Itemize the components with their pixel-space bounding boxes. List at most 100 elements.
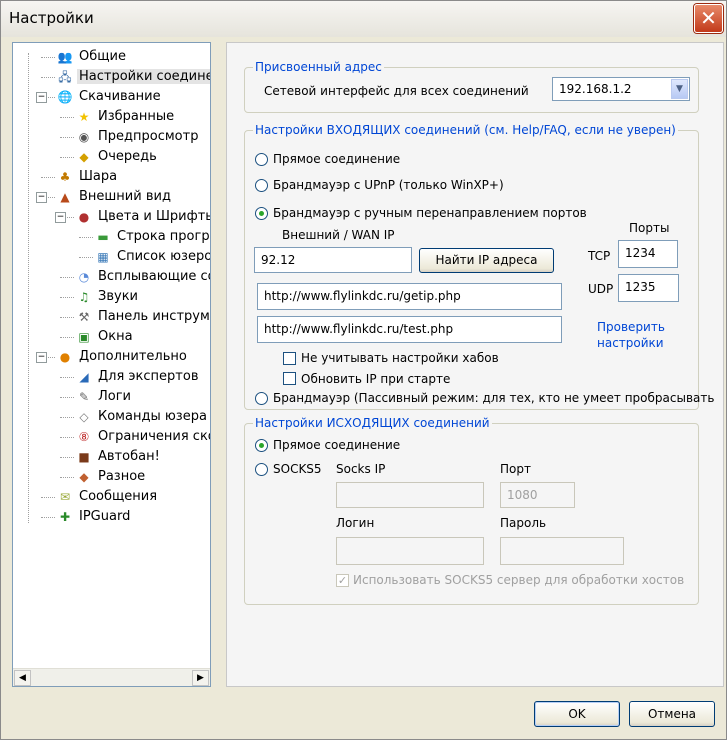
close-icon: ✕ (700, 6, 717, 30)
cancel-button[interactable]: Отмена (629, 701, 715, 727)
tcp-port-input[interactable]: 1234 (618, 240, 678, 268)
outgoing-title: Настройки ИСХОДЯЩИХ соединений (253, 416, 492, 430)
collapse-icon[interactable]: − (36, 352, 47, 363)
getip-url-input[interactable]: http://www.flylinkdc.ru/getip.php (257, 283, 562, 310)
tree-item[interactable]: ⑧ Ограничения скорос (76, 427, 210, 447)
collapse-icon[interactable]: − (55, 212, 66, 223)
update-ip-checkbox[interactable] (283, 372, 296, 385)
tree-item[interactable]: ♣ Шара (57, 167, 119, 187)
share-icon: ♣ (59, 169, 71, 184)
test-url-input[interactable]: http://www.flylinkdc.ru/test.php (257, 316, 562, 343)
outgoing-group: Настройки ИСХОДЯЩИХ соединений Прямое со… (244, 416, 699, 605)
radio-passive[interactable] (255, 392, 268, 405)
tree-item-label: Строка прогресса (117, 229, 210, 244)
tree-item[interactable]: ■ Автобан! (76, 447, 162, 467)
tree-item[interactable]: 🌐 Скачивание (57, 87, 163, 107)
tree-item[interactable]: 🖧 Настройки соединения (57, 67, 210, 87)
commands-icon: ◇ (79, 409, 89, 424)
speed-limit-icon: ⑧ (78, 429, 90, 444)
radio-direct-incoming[interactable] (255, 153, 268, 166)
use-socks-checkbox[interactable]: ✓ (336, 574, 349, 587)
check-settings-link-line2[interactable]: настройки (597, 336, 664, 350)
socks-ip-label: Socks IP (336, 462, 386, 476)
tree-horizontal-scrollbar[interactable]: ◀ ▶ (13, 668, 210, 686)
radio-upnp[interactable] (255, 179, 268, 192)
tree-item[interactable]: ♫ Звуки (76, 287, 140, 307)
label-passive: Брандмауэр (Пассивный режим: для тех, кт… (273, 391, 715, 405)
tree-item-label: Разное (98, 469, 146, 484)
collapse-icon[interactable]: − (36, 92, 47, 103)
find-ip-button[interactable]: Найти IP адреса (419, 248, 554, 273)
tree-item-label: Звуки (98, 289, 138, 304)
tree-connector (41, 177, 55, 178)
test-url-value: http://www.flylinkdc.ru/test.php (264, 322, 454, 336)
misc-icon: ◆ (79, 469, 89, 484)
tree-item[interactable]: ◇ Команды юзера (76, 407, 209, 427)
tree-item[interactable]: 👥 Общие (57, 47, 128, 67)
interface-value: 192.168.1.2 (559, 82, 632, 96)
scroll-right-icon[interactable]: ▶ (192, 670, 209, 686)
assigned-address-title: Присвоенный адрес (253, 60, 384, 74)
socks-ip-input[interactable] (336, 482, 484, 508)
ignore-hubs-checkbox[interactable] (283, 352, 296, 365)
label-upnp: Брандмауэр с UPnP (только WinXP+) (273, 178, 504, 192)
use-socks-label: Использовать SOCKS5 сервер для обработки… (353, 573, 685, 587)
tree-item[interactable]: ★ Избранные (76, 107, 176, 127)
close-button[interactable]: ✕ (694, 4, 723, 33)
ok-button[interactable]: OK (534, 701, 620, 727)
tree-item-label: Всплывающие сообщ (98, 269, 210, 284)
tree-item-label: Окна (98, 329, 133, 344)
password-input[interactable] (500, 537, 624, 565)
settings-tree[interactable]: ◀ ▶ 👥 Общие 🖧 Настройки соединения 🌐 Скачиван… (12, 42, 211, 687)
interface-select[interactable]: 192.168.1.2 ▼ (552, 77, 690, 101)
tree-connector (60, 397, 74, 398)
udp-label: UDP (588, 282, 614, 296)
tree-item[interactable]: ▲ Внешний вид (57, 187, 173, 207)
network-icon: 🖧 (58, 69, 72, 84)
expert-icon: ◢ (79, 369, 89, 384)
chevron-down-icon[interactable]: ▼ (671, 79, 688, 99)
radio-socks5[interactable] (255, 463, 268, 476)
tree-item-label: Внешний вид (79, 189, 171, 204)
tree-connector (41, 517, 55, 518)
radio-direct-outgoing[interactable] (255, 439, 268, 452)
tree-item[interactable]: ◆ Очередь (76, 147, 159, 167)
window-title: Настройки (9, 9, 94, 27)
tree-item[interactable]: ✎ Логи (76, 387, 133, 407)
tree-item-label: Избранные (98, 109, 175, 124)
tree-item[interactable]: ▬ Строка прогресса (95, 227, 210, 247)
collapse-icon[interactable]: − (36, 192, 47, 203)
tree-connector (41, 497, 55, 498)
socks-port-input[interactable]: 1080 (500, 482, 575, 508)
popup-icon: ◔ (78, 269, 90, 284)
radio-manual-ports[interactable] (255, 207, 268, 220)
udp-port-input[interactable]: 1235 (618, 274, 679, 302)
tree-item[interactable]: ◢ Для экспертов (76, 367, 201, 387)
music-icon: ♫ (78, 289, 90, 304)
tree-item[interactable]: ✉ Сообщения (57, 487, 159, 507)
incoming-group: Настройки ВХОДЯЩИХ соединений (см. Help/… (244, 123, 714, 410)
tree-item-label: Шара (79, 169, 118, 184)
tree-item[interactable]: ▦ Список юзеров (95, 247, 210, 267)
wan-ip-input[interactable]: 92.12 (254, 247, 412, 273)
preview-icon: ◉ (78, 129, 90, 144)
tree-item[interactable]: ◆ Разное (76, 467, 147, 487)
tree-item[interactable]: ▣ Окна (76, 327, 135, 347)
tree-item[interactable]: ✚ IPGuard (57, 507, 132, 527)
tree-item[interactable]: ◉ Предпросмотр (76, 127, 200, 147)
tree-item[interactable]: ◔ Всплывающие сообщ (76, 267, 210, 287)
users-icon: ▦ (97, 249, 109, 264)
login-input[interactable] (336, 537, 484, 565)
tree-item[interactable]: ⚒ Панель инструменто (76, 307, 210, 327)
label-manual-ports: Брандмауэр с ручным перенаправлением пор… (273, 206, 587, 220)
tree-item[interactable]: ● Дополнительно (57, 347, 189, 367)
tree-connector (60, 137, 74, 138)
advanced-icon: ● (59, 349, 71, 364)
tree-item[interactable]: ● Цвета и Шрифты (76, 207, 210, 227)
label-direct-incoming: Прямое соединение (273, 152, 401, 166)
scroll-left-icon[interactable]: ◀ (14, 670, 31, 686)
progress-icon: ▬ (97, 229, 109, 244)
socks-port-label: Порт (500, 462, 531, 476)
check-settings-link[interactable]: Проверить (597, 320, 665, 334)
ignore-hubs-label: Не учитывать настройки хабов (301, 351, 499, 365)
